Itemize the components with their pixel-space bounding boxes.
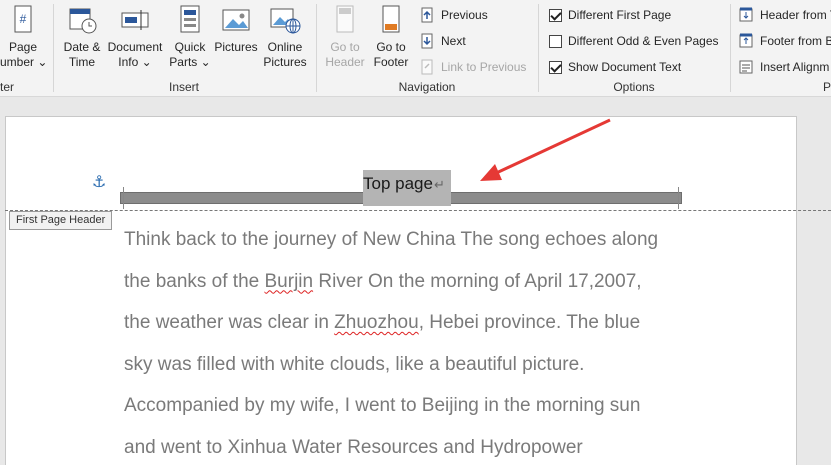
previous-button[interactable]: Previous [419,4,488,26]
separator [538,4,539,92]
first-page-header-tag: First Page Header [9,211,113,230]
insert-alignment-tab-button[interactable]: Insert Alignm [738,56,829,78]
text-run: the weather was clear in [124,312,335,333]
header-from-top-spinner[interactable]: Header from T [738,4,831,26]
previous-label: Previous [441,8,488,22]
header-text-value: Top page [363,174,433,193]
separator [316,4,317,92]
page-number-button[interactable]: # Page umber ⌄ [0,4,48,70]
previous-icon [419,7,435,23]
header-from-top-label: Header from T [760,8,831,22]
go-to-header-button[interactable]: Go to Header [322,4,368,70]
group-label-navigation: Navigation [398,80,456,94]
go-to-header-icon [329,4,361,36]
quick-parts-button[interactable]: Quick Parts ⌄ [168,4,212,70]
group-label-options: Options [613,80,655,94]
body-line: sky was filled with white clouds, like a… [124,344,694,386]
go-to-footer-button[interactable]: Go to Footer [368,4,414,70]
document-info-icon [119,4,151,36]
checkbox-checked-icon [549,8,562,22]
go-to-footer-label-2: Footer [373,55,409,69]
group-options: Different First Page Different Odd & Eve… [540,0,728,97]
body-line: the banks of the Burjin River On the mor… [124,261,694,303]
svg-text:#: # [20,12,27,26]
go-to-header-label-1: Go to [330,40,360,54]
footer-position-icon [738,33,754,49]
link-icon [419,59,435,75]
header-text[interactable]: Top page↵ [363,170,451,206]
quick-parts-icon [174,4,206,36]
text-run: River On the morning of April 17,2007, [313,270,642,292]
go-to-footer-label-1: Go to [376,40,406,54]
body-line: the weather was clear in Zhuozhou, Hebei… [124,302,694,344]
group-label-position: Po [823,80,831,94]
group-position: Header from T Footer from B Insert Align… [732,0,831,97]
footer-from-bottom-label: Footer from B [760,34,831,48]
header-position-icon [738,7,754,23]
online-pictures-icon [269,4,301,36]
date-time-label-2: Time [68,55,96,69]
checkbox-checked-icon [549,60,562,74]
date-time-label-1: Date & [63,40,101,54]
pictures-icon [220,4,252,36]
body-line: and went to Xinhua Water Resources and H… [124,427,694,465]
group-insert: Date & Time Document Info ⌄ Quick Parts … [54,0,314,97]
page-number-label-1: Page [8,40,38,54]
separator [730,4,731,92]
different-odd-even-checkbox[interactable]: Different Odd & Even Pages [549,31,719,51]
pictures-button[interactable]: Pictures [212,4,260,55]
date-time-button[interactable]: Date & Time [58,4,106,70]
quick-parts-label-1: Quick [174,40,206,54]
checkbox-unchecked-icon [549,34,562,48]
text-run: and went to Xinhua Water Resources and H… [124,436,583,458]
header-divider [5,210,831,211]
next-button[interactable]: Next [419,30,466,52]
body-line: Accompanied by my wife, I went to Beijin… [124,385,694,427]
pictures-label: Pictures [214,40,258,54]
link-to-previous-button[interactable]: Link to Previous [419,56,526,78]
link-to-previous-label: Link to Previous [441,60,527,74]
misspelled-word: Zhuozhou [334,312,419,333]
different-first-page-checkbox[interactable]: Different First Page [549,5,671,25]
group-navigation: Go to Header Go to Footer Previous Next [318,0,536,97]
alignment-tab-icon [738,59,754,75]
text-run: , Hebei province. The blue [418,312,641,333]
paragraph-mark-icon: ↵ [433,177,445,192]
misspelled-word: Burjin [264,270,314,292]
go-to-header-label-2: Header [325,55,365,69]
next-icon [419,33,435,49]
show-document-text-checkbox[interactable]: Show Document Text [549,57,681,77]
text-run: Think back to the journey of New China T… [124,229,659,250]
text-run: sky was filled with white clouds, like a… [124,353,585,375]
different-first-page-label: Different First Page [568,8,672,22]
online-pictures-label-1: Online [267,40,303,54]
text-run: Accompanied by my wife, I went to Beijin… [124,395,641,416]
text-run: the banks of the [124,270,265,292]
calendar-clock-icon [66,4,98,36]
online-pictures-button[interactable]: Online Pictures [260,4,310,70]
footer-from-bottom-spinner[interactable]: Footer from B [738,30,831,52]
group-label-insert: Insert [168,80,199,94]
quick-parts-label-2: Parts ⌄ [169,55,211,69]
document-info-button[interactable]: Document Info ⌄ [106,4,164,70]
next-label: Next [441,34,466,48]
online-pictures-label-2: Pictures [263,55,307,69]
page-number-label-2: umber ⌄ [0,55,48,69]
insert-alignment-label: Insert Alignm [760,60,830,74]
group-header-footer: # Page umber ⌄ ter [0,0,52,97]
show-document-text-label: Show Document Text [568,60,682,74]
different-odd-even-label: Different Odd & Even Pages [568,34,719,48]
document-info-label-1: Document [107,40,163,54]
group-label-header-footer: ter [0,80,15,94]
ribbon: # Page umber ⌄ ter Date & Time Document … [0,0,831,97]
body-line: Think back to the journey of New China T… [124,219,694,261]
document-body[interactable]: Think back to the journey of New China T… [124,219,694,465]
document-info-label-2: Info ⌄ [118,55,152,69]
anchor-icon: ⚓ [92,174,107,191]
page-number-icon: # [7,4,39,36]
go-to-footer-icon [375,4,407,36]
